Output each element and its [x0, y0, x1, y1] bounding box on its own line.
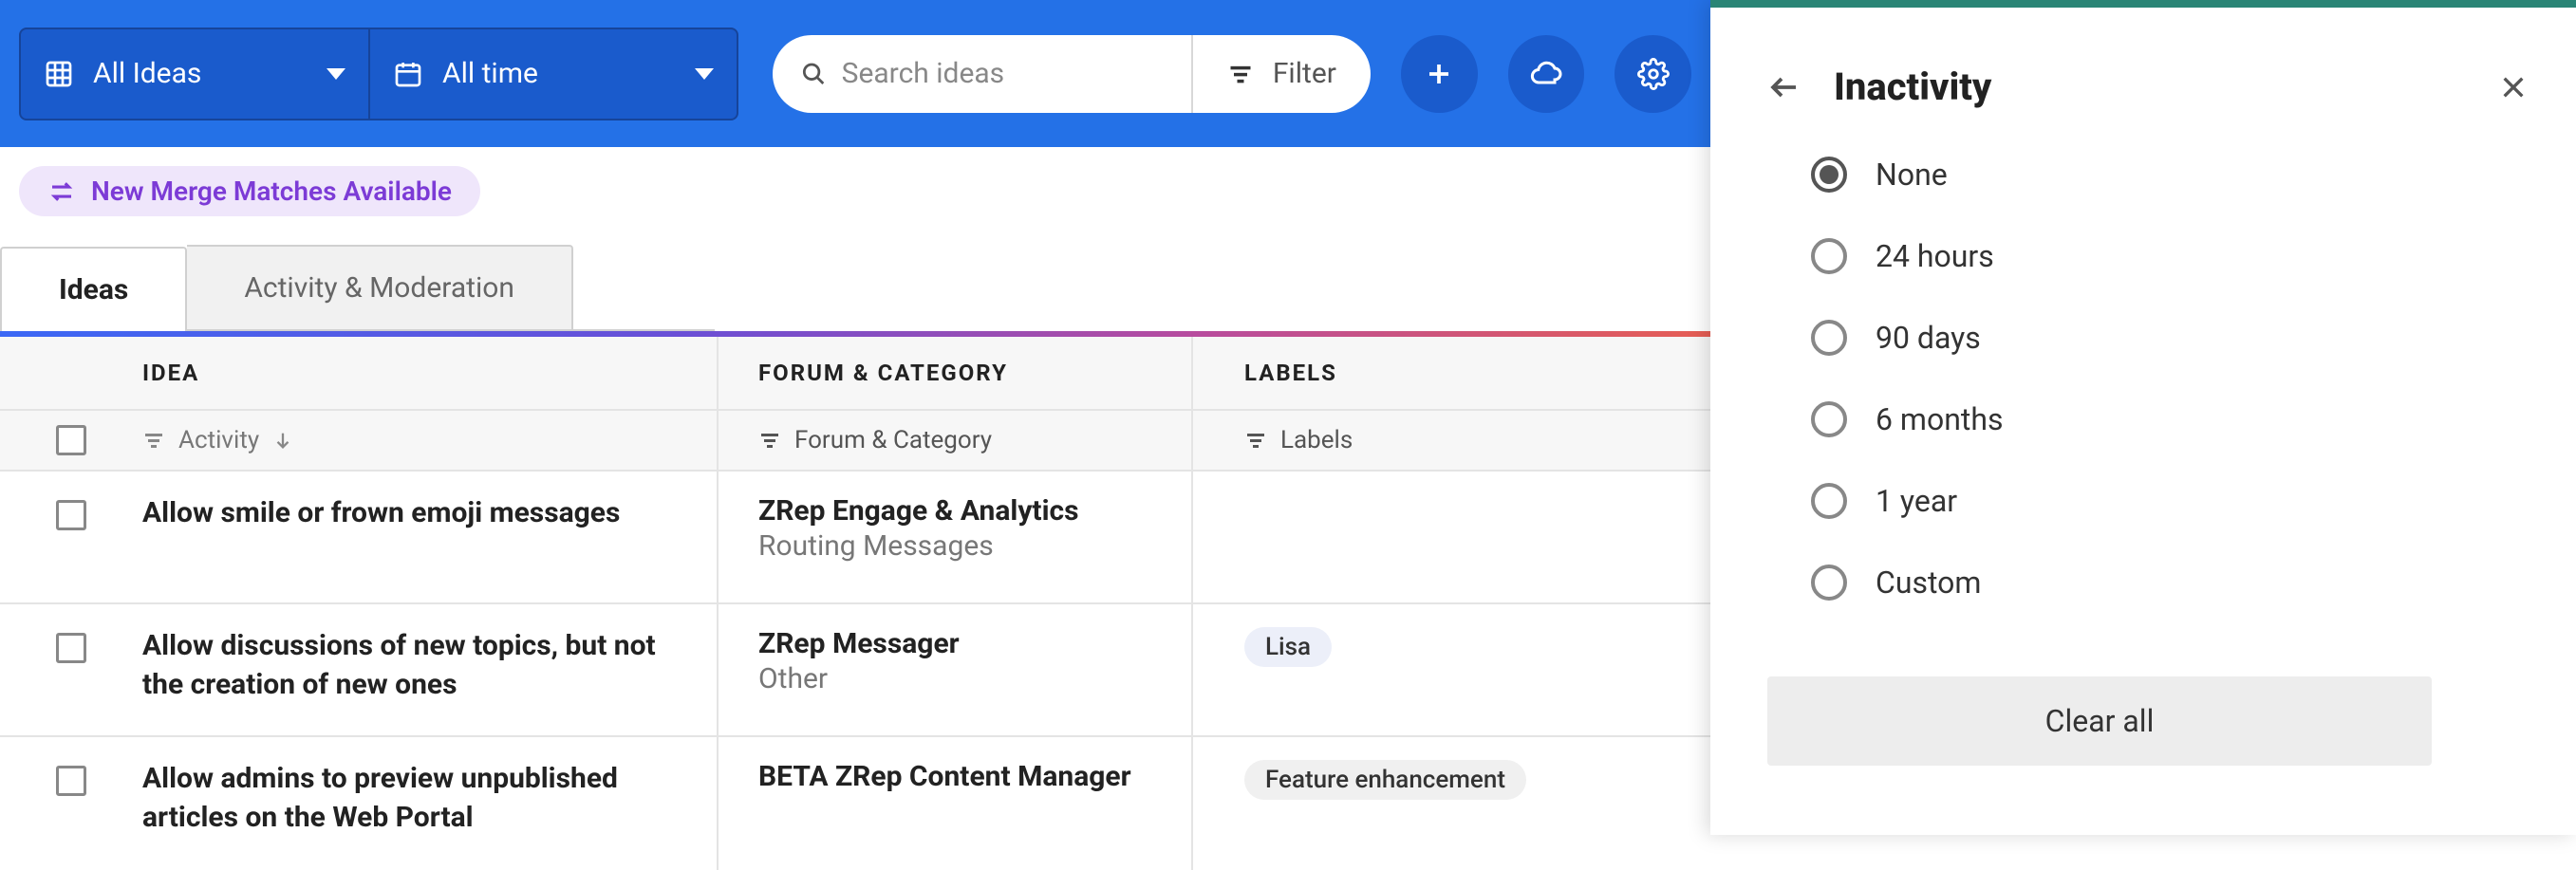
radio-label: 1 year [1876, 483, 1957, 519]
tab-bar: Ideas Activity & Moderation [0, 245, 715, 331]
chevron-down-icon [695, 68, 714, 80]
gear-icon [1637, 58, 1670, 90]
radio-option-6-months[interactable]: 6 months [1811, 401, 2519, 437]
ideas-table: IDEA FORUM & CATEGORY LABELS Activity Fo… [0, 337, 1710, 870]
tab-activity-moderation[interactable]: Activity & Moderation [187, 245, 573, 329]
inactivity-options: None 24 hours 90 days 6 months 1 year Cu… [1710, 147, 2576, 639]
arrow-down-icon [272, 430, 293, 451]
radio-icon [1811, 401, 1847, 437]
row-checkbox[interactable] [56, 500, 86, 530]
radio-icon [1811, 157, 1847, 193]
radio-option-24-hours[interactable]: 24 hours [1811, 238, 2519, 274]
view-dropdown-group: All Ideas All time [19, 28, 738, 120]
filter-icon [1244, 429, 1267, 452]
table-row[interactable]: Allow smile or frown emoji messages ZRep… [0, 472, 1710, 604]
search-input[interactable] [842, 57, 1163, 90]
th-forum: FORUM & CATEGORY [758, 360, 1008, 386]
forum-filter-label: Forum & Category [794, 426, 992, 454]
inactivity-panel: Inactivity None 24 hours 90 days 6 month… [1710, 0, 2576, 835]
idea-title: Allow smile or frown emoji messages [142, 494, 679, 533]
filter-icon [142, 429, 165, 452]
all-ideas-dropdown[interactable]: All Ideas [19, 28, 370, 120]
merge-banner-label: New Merge Matches Available [91, 176, 452, 207]
table-filter-row: Activity Forum & Category Labels [0, 411, 1710, 472]
th-labels: LABELS [1244, 360, 1337, 386]
radio-option-1-year[interactable]: 1 year [1811, 483, 2519, 519]
radio-icon [1811, 238, 1847, 274]
tab-activity-label: Activity & Moderation [244, 271, 514, 305]
all-ideas-label: All Ideas [93, 57, 201, 90]
tab-ideas[interactable]: Ideas [0, 247, 187, 331]
search-section[interactable] [773, 35, 1193, 113]
label-chip[interactable]: Lisa [1244, 627, 1332, 667]
filter-button[interactable]: Filter [1193, 35, 1371, 113]
radio-option-none[interactable]: None [1811, 157, 2519, 193]
select-all-checkbox[interactable] [56, 425, 86, 455]
swap-icon [47, 177, 76, 206]
table-row[interactable]: Allow discussions of new topics, but not… [0, 604, 1710, 737]
activity-sort[interactable]: Activity [142, 411, 717, 470]
radio-label: 24 hours [1876, 238, 1994, 274]
merge-matches-pill[interactable]: New Merge Matches Available [19, 166, 480, 216]
activity-label: Activity [178, 426, 259, 454]
forum-filter[interactable]: Forum & Category [717, 411, 1191, 470]
forum-name: BETA ZRep Content Manager [758, 760, 1151, 793]
cloud-icon [1529, 57, 1563, 91]
close-button[interactable] [2498, 72, 2529, 102]
table-header-row: IDEA FORUM & CATEGORY LABELS [0, 337, 1710, 411]
plus-icon [1425, 60, 1453, 88]
panel-header: Inactivity [1710, 8, 2576, 147]
radio-label: 6 months [1876, 401, 2004, 437]
radio-icon [1811, 565, 1847, 601]
panel-title: Inactivity [1834, 65, 2466, 109]
radio-icon [1811, 320, 1847, 356]
th-idea: IDEA [142, 360, 199, 386]
all-time-label: All time [442, 57, 538, 90]
filter-icon [758, 429, 781, 452]
forum-category: Other [758, 662, 1151, 695]
chevron-down-icon [327, 68, 345, 80]
merge-banner-area: New Merge Matches Available [0, 147, 1710, 235]
radio-label: 90 days [1876, 320, 1981, 356]
clear-all-label: Clear all [2045, 703, 2155, 739]
radio-option-custom[interactable]: Custom [1811, 565, 2519, 601]
search-icon [801, 60, 827, 88]
add-button[interactable] [1401, 35, 1478, 113]
table-row[interactable]: Allow admins to preview unpublished arti… [0, 737, 1710, 870]
all-time-dropdown[interactable]: All time [370, 28, 738, 120]
idea-title: Allow discussions of new topics, but not… [142, 627, 679, 704]
radio-label: None [1876, 157, 1948, 193]
search-filter-pill: Filter [773, 35, 1371, 113]
settings-button[interactable] [1615, 35, 1691, 113]
top-toolbar: All Ideas All time Filter [0, 0, 1710, 147]
row-checkbox[interactable] [56, 766, 86, 796]
forum-name: ZRep Messager [758, 627, 1151, 660]
back-button[interactable] [1767, 70, 1801, 104]
tab-ideas-label: Ideas [59, 273, 128, 306]
radio-icon [1811, 483, 1847, 519]
calendar-icon [393, 59, 423, 89]
forum-category: Routing Messages [758, 529, 1151, 563]
grid-icon [44, 59, 74, 89]
radio-option-90-days[interactable]: 90 days [1811, 320, 2519, 356]
filter-icon [1227, 61, 1254, 87]
arrow-left-icon [1767, 70, 1801, 104]
forum-name: ZRep Engage & Analytics [758, 494, 1151, 528]
radio-label: Custom [1876, 565, 1981, 601]
close-icon [2498, 72, 2529, 102]
label-chip[interactable]: Feature enhancement [1244, 760, 1526, 800]
labels-filter[interactable]: Labels [1191, 411, 1708, 470]
cloud-button[interactable] [1508, 35, 1585, 113]
idea-title: Allow admins to preview unpublished arti… [142, 760, 679, 837]
labels-filter-label: Labels [1280, 426, 1353, 454]
filter-label: Filter [1273, 57, 1336, 90]
row-checkbox[interactable] [56, 633, 86, 663]
clear-all-button[interactable]: Clear all [1767, 676, 2432, 766]
